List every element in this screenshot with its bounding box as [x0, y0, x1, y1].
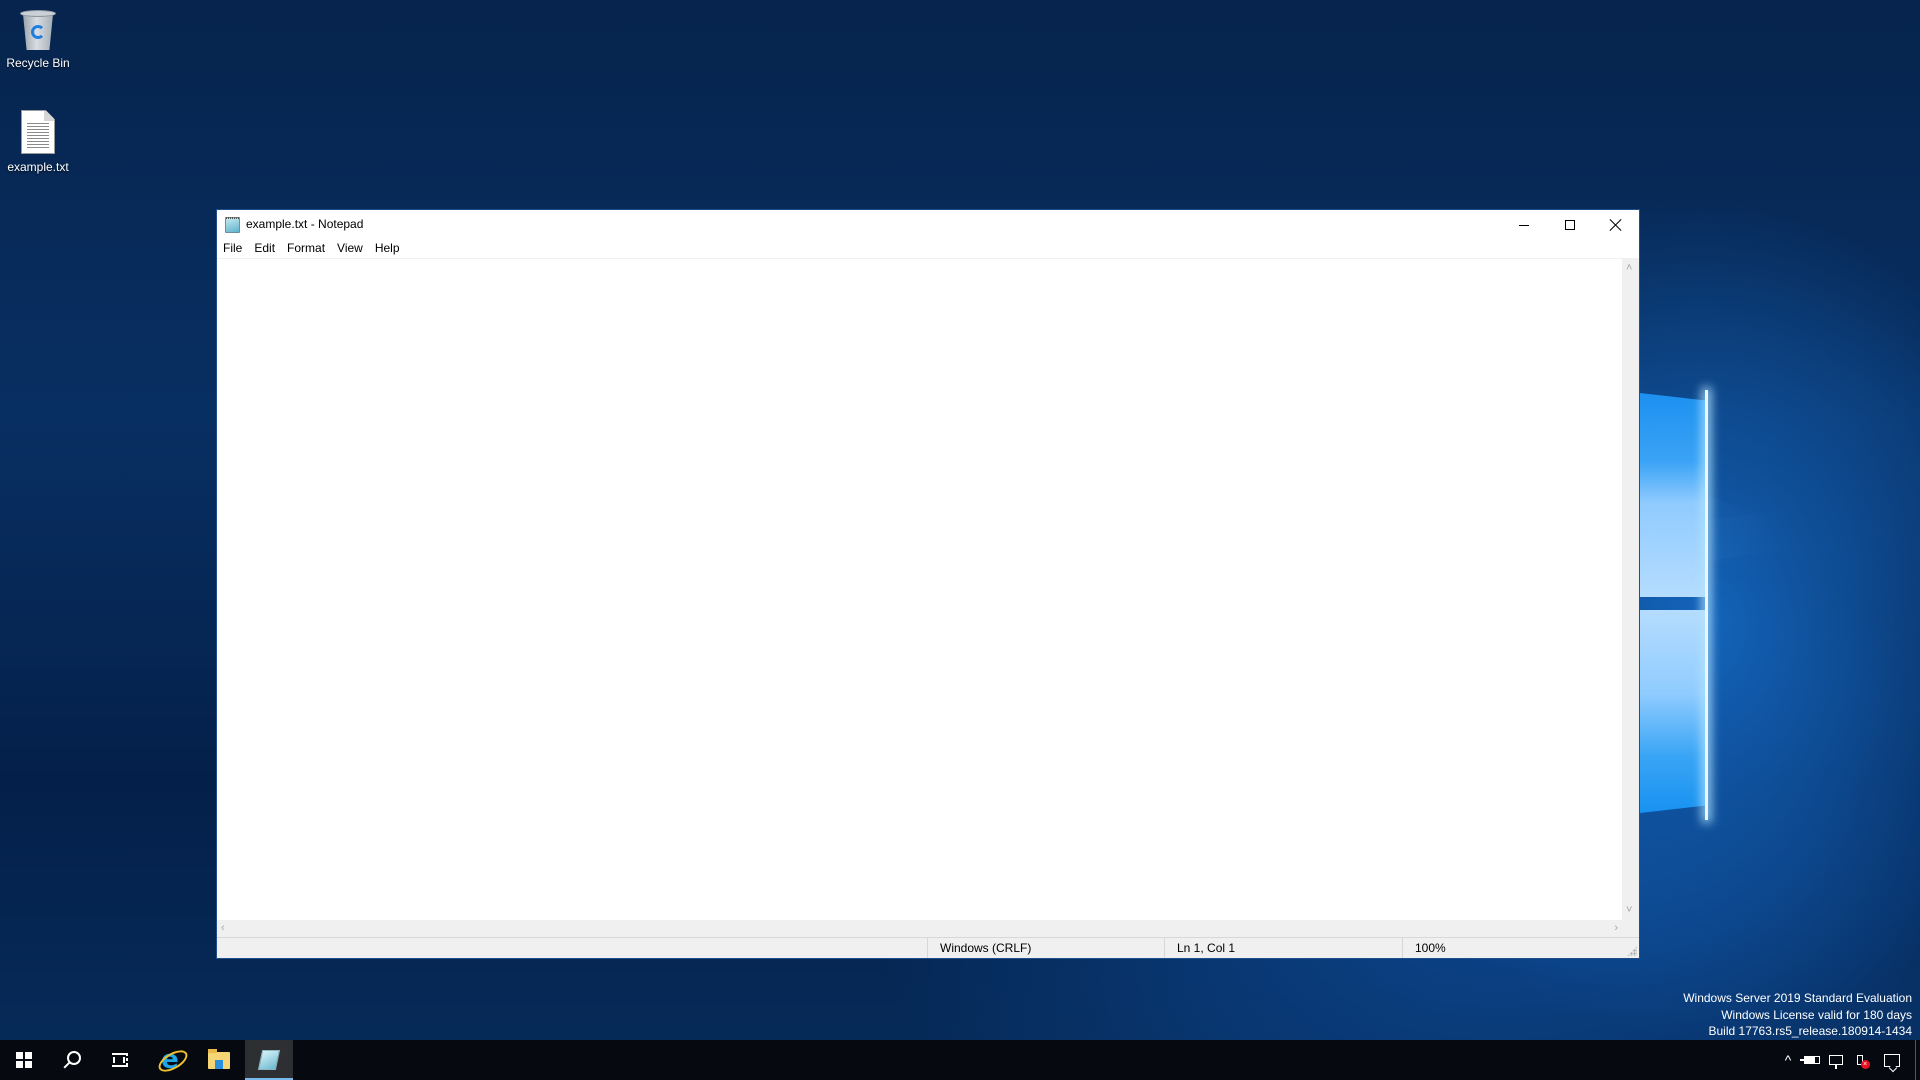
status-zoom: 100%	[1402, 938, 1641, 958]
notepad-icon	[257, 1050, 281, 1070]
desktop-icon-label: Recycle Bin	[6, 56, 70, 70]
windows-start-icon	[16, 1052, 32, 1068]
taskbar-file-explorer[interactable]	[195, 1040, 243, 1080]
text-file-icon	[21, 110, 55, 154]
menu-view[interactable]: View	[331, 240, 369, 258]
recycle-bin-icon	[20, 8, 56, 50]
scroll-up-icon[interactable]: ˄	[1626, 263, 1632, 274]
desktop-icon-label: example.txt	[7, 160, 69, 174]
watermark-license: Windows License valid for 180 days	[1721, 1007, 1912, 1022]
text-editor-input[interactable]	[217, 259, 1622, 920]
window-title: example.txt - Notepad	[246, 217, 364, 231]
action-center-button[interactable]	[1872, 1040, 1912, 1080]
tray-network[interactable]	[1824, 1040, 1848, 1080]
action-center-icon	[1884, 1053, 1900, 1067]
taskbar-notepad[interactable]	[245, 1040, 293, 1080]
scroll-right-icon[interactable]: ›	[1614, 923, 1618, 934]
tray-volume[interactable]: ×	[1848, 1040, 1872, 1080]
status-cursor-position: Ln 1, Col 1	[1164, 938, 1402, 958]
menu-file[interactable]: File	[217, 240, 248, 258]
show-desktop-button[interactable]	[1915, 1040, 1920, 1080]
status-line-ending: Windows (CRLF)	[927, 938, 1164, 958]
windows-watermark: Windows Server 2019 Standard Evaluation …	[1683, 990, 1912, 1040]
mute-badge-icon: ×	[1860, 1059, 1870, 1069]
scrollbar-corner	[1622, 920, 1639, 937]
folder-icon	[208, 1048, 230, 1069]
search-button[interactable]	[48, 1040, 96, 1080]
power-icon	[1800, 1056, 1820, 1064]
desktop-icon-example-txt[interactable]: example.txt	[0, 110, 76, 174]
close-button[interactable]	[1593, 210, 1639, 240]
text-editor-area[interactable]	[217, 259, 1622, 920]
tray-power[interactable]	[1800, 1040, 1824, 1080]
horizontal-scrollbar[interactable]: ‹ ›	[217, 920, 1622, 937]
taskbar-internet-explorer[interactable]: e	[146, 1040, 194, 1080]
status-bar: Windows (CRLF) Ln 1, Col 1 100%	[217, 937, 1639, 958]
scroll-down-icon[interactable]: ˅	[1626, 905, 1632, 916]
desktop-icon-recycle-bin[interactable]: Recycle Bin	[0, 8, 76, 70]
vertical-scrollbar[interactable]: ˄ ˅	[1622, 259, 1639, 920]
task-view-icon	[112, 1053, 128, 1067]
notepad-icon[interactable]	[225, 217, 240, 233]
close-icon	[1610, 219, 1622, 231]
search-icon	[67, 1051, 81, 1065]
start-button[interactable]	[0, 1040, 48, 1080]
internet-explorer-icon: e	[161, 1045, 179, 1075]
network-icon	[1829, 1055, 1843, 1069]
taskbar: e	[0, 1040, 1920, 1080]
show-hidden-icons-button[interactable]: ^	[1776, 1040, 1800, 1080]
title-bar[interactable]: example.txt - Notepad	[217, 210, 1639, 240]
menu-help[interactable]: Help	[369, 240, 406, 258]
chevron-up-icon: ^	[1784, 1052, 1792, 1068]
logo-glow-edge	[1705, 390, 1708, 820]
task-view-button[interactable]	[96, 1040, 144, 1080]
menu-format[interactable]: Format	[281, 240, 331, 258]
watermark-edition: Windows Server 2019 Standard Evaluation	[1683, 991, 1912, 1005]
minimize-icon	[1519, 224, 1529, 226]
scroll-left-icon[interactable]: ‹	[221, 923, 225, 934]
notepad-window[interactable]: example.txt - Notepad File Edit Format V…	[216, 209, 1640, 959]
menu-edit[interactable]: Edit	[248, 240, 281, 258]
menu-bar: File Edit Format View Help	[217, 240, 1639, 258]
minimize-button[interactable]	[1501, 210, 1547, 240]
maximize-icon	[1565, 220, 1575, 230]
watermark-build: Build 17763.rs5_release.180914-1434	[1708, 1024, 1913, 1038]
maximize-button[interactable]	[1547, 210, 1593, 240]
